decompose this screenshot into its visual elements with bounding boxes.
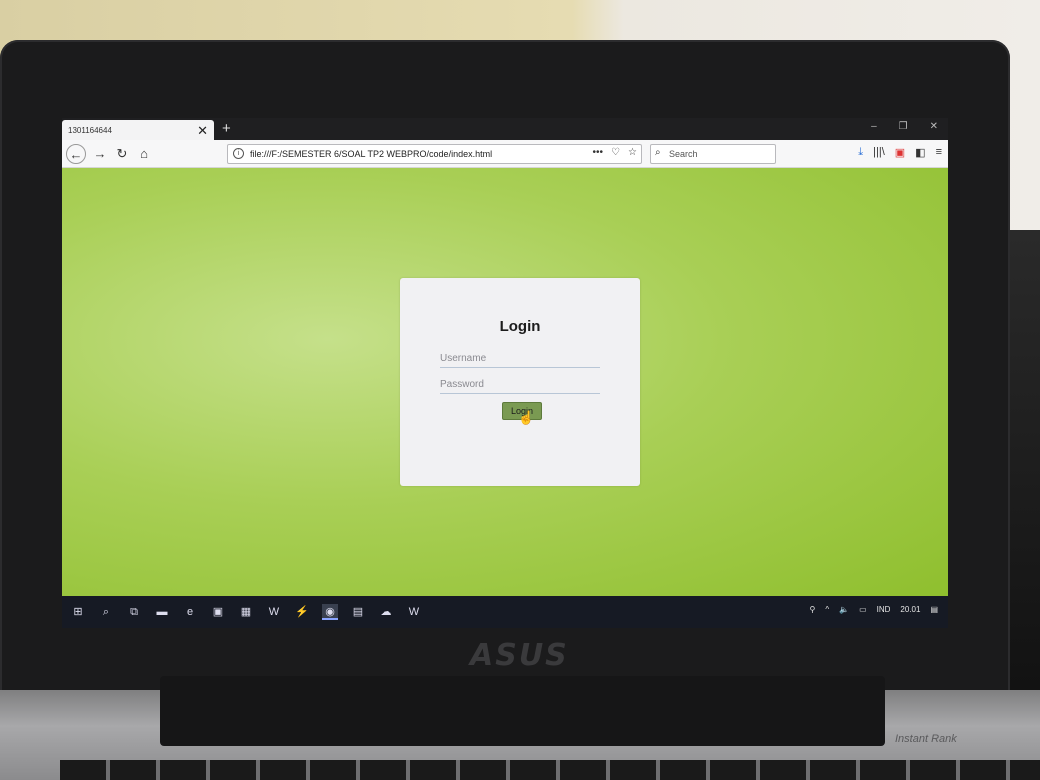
brand-logo: ASUS	[470, 638, 569, 673]
back-button[interactable]: ←	[66, 144, 86, 164]
forward-button[interactable]: →	[90, 144, 110, 164]
laptop-hinge	[160, 676, 885, 746]
word-doc-icon[interactable]: W	[406, 604, 422, 620]
download-icon[interactable]: ⤓	[858, 146, 863, 159]
screen: 1301164644 ✕ + – ❐ ✕ ← → ↻ ⌂ i file:///F…	[62, 118, 948, 628]
url-text: file:///F:/SEMESTER 6/SOAL TP2 WEBPRO/co…	[250, 149, 493, 159]
start-icon[interactable]: ⊞	[70, 604, 86, 620]
login-card: Login Login ☝	[400, 278, 640, 486]
notification-icon[interactable]: ▤	[930, 605, 938, 614]
store-icon[interactable]: ▦	[238, 604, 254, 620]
sticky-notes-icon[interactable]: ▤	[350, 604, 366, 620]
system-tray: ⚲ ^ 🔈 ▭ IND 20.01 ▤	[809, 605, 938, 614]
people-icon[interactable]: ⚲	[809, 605, 815, 614]
hand-cursor-icon: ☝	[518, 410, 535, 425]
pocket-app-icon[interactable]: ▣	[895, 146, 905, 159]
firefox-icon[interactable]: ◉	[322, 604, 338, 620]
pocket-icon[interactable]: ♡	[611, 147, 620, 158]
browser-titlebar: 1301164644 ✕ + – ❐ ✕	[62, 118, 948, 140]
url-actions: ••• ♡ ☆	[593, 147, 637, 158]
tab-title: 1301164644	[68, 126, 112, 135]
password-field[interactable]	[440, 376, 600, 394]
page-actions-button[interactable]: •••	[593, 147, 604, 158]
reload-button[interactable]: ↻	[112, 144, 132, 164]
search-taskbar-icon[interactable]: ⌕	[98, 604, 114, 620]
sidebar-icon[interactable]: ◧	[915, 146, 925, 159]
toolbar-right-tools: ⤓ |||\ ▣ ◧ ≡	[858, 146, 942, 159]
library-icon[interactable]: |||\	[873, 146, 885, 159]
search-icon: ⌕	[655, 147, 661, 158]
file-explorer-icon[interactable]: ▬	[154, 604, 170, 620]
task-view-icon[interactable]: ⧉	[126, 604, 142, 620]
edge-icon[interactable]: e	[182, 604, 198, 620]
url-bar[interactable]: i file:///F:/SEMESTER 6/SOAL TP2 WEBPRO/…	[227, 144, 642, 164]
taskbar-apps: ⊞ ⌕ ⧉ ▬ e ▣ ▦ W ⚡ ◉ ▤ ☁ W	[70, 604, 422, 620]
login-title: Login	[499, 318, 541, 335]
keyboard-keys	[60, 760, 1040, 780]
close-window-button[interactable]: ✕	[930, 121, 938, 132]
username-field[interactable]	[440, 350, 600, 368]
language-indicator[interactable]: IND	[877, 605, 891, 614]
volume-icon[interactable]: 🔈	[839, 605, 849, 614]
restore-button[interactable]: ❐	[899, 121, 908, 132]
close-icon[interactable]: ✕	[197, 123, 208, 139]
base-label: Instant Rank	[895, 733, 957, 745]
show-hidden-icons-icon[interactable]: ^	[825, 605, 829, 614]
search-bar[interactable]: ⌕ Search	[650, 144, 776, 164]
page-viewport: Login Login ☝	[62, 168, 948, 596]
app-icon-red[interactable]: ⚡	[294, 604, 310, 620]
window-controls: – ❐ ✕	[871, 121, 938, 132]
word-icon[interactable]: W	[266, 604, 282, 620]
new-tab-button[interactable]: +	[222, 120, 231, 137]
browser-tab[interactable]: 1301164644 ✕	[62, 120, 214, 140]
info-icon[interactable]: i	[233, 148, 244, 159]
app-icon-green[interactable]: ▣	[210, 604, 226, 620]
home-button[interactable]: ⌂	[134, 144, 154, 164]
keyboard-icon[interactable]: ▭	[859, 605, 867, 614]
clock[interactable]: 20.01	[900, 605, 920, 614]
bookmark-star-icon[interactable]: ☆	[628, 147, 637, 158]
browser-toolbar: ← → ↻ ⌂ i file:///F:/SEMESTER 6/SOAL TP2…	[62, 140, 948, 168]
minimize-button[interactable]: –	[871, 121, 877, 132]
search-placeholder: Search	[669, 149, 698, 159]
cloud-app-icon[interactable]: ☁	[378, 604, 394, 620]
menu-icon[interactable]: ≡	[936, 146, 942, 159]
windows-taskbar: ⊞ ⌕ ⧉ ▬ e ▣ ▦ W ⚡ ◉ ▤ ☁ W ⚲ ^ 🔈 ▭ IND 20…	[62, 596, 948, 628]
